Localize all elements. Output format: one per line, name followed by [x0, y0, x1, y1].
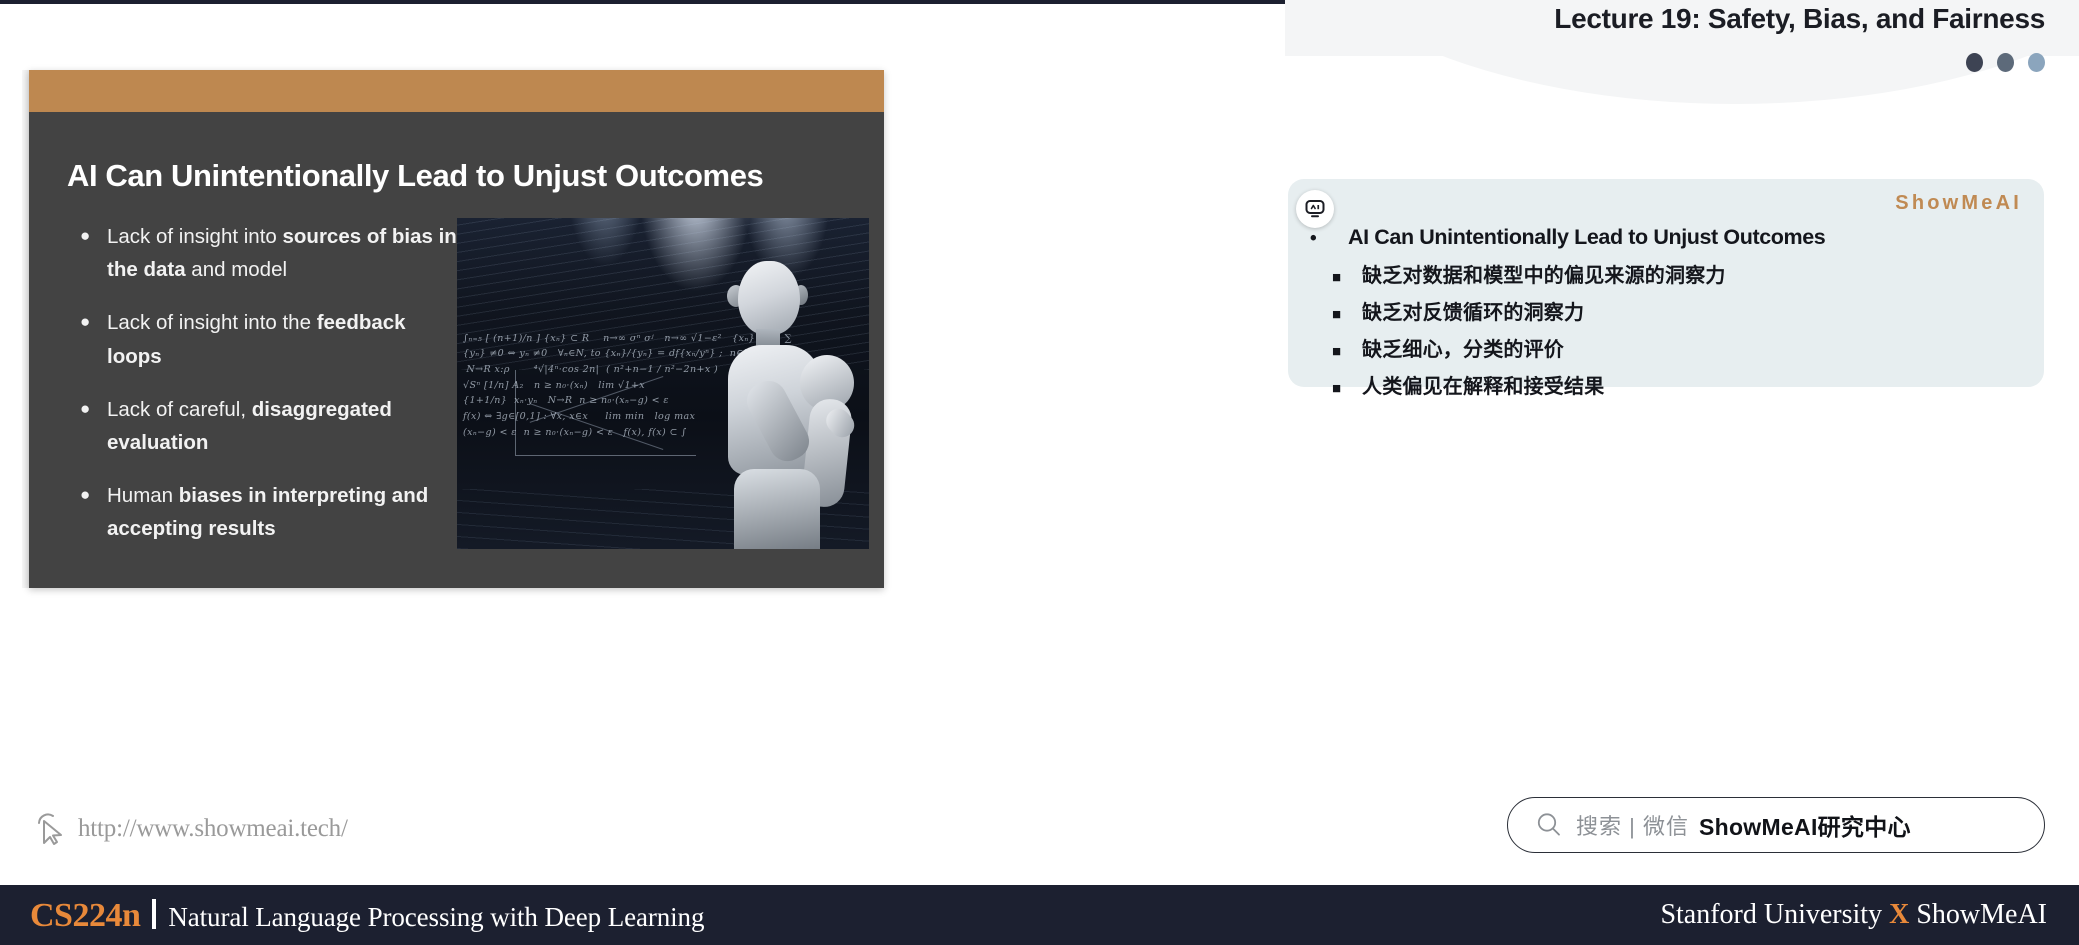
robot-head: [738, 261, 800, 335]
lecture-title: Lecture 19: Safety, Bias, and Fairness: [1554, 3, 2045, 34]
notes-list: • AI Can Unintentionally Lead to Unjust O…: [1310, 225, 2030, 407]
progress-dot-1[interactable]: [1966, 53, 1983, 72]
slide-bullet-plain: Lack of insight into the: [107, 311, 317, 335]
slide-bullet-text: Lack of insight into the feedback loops: [107, 306, 458, 372]
course-code: CS224n: [30, 896, 141, 934]
slide-bullet-item: ● Lack of insight into sources of bias in…: [73, 220, 458, 286]
note-item-marker: ■: [1332, 380, 1342, 397]
partner-branding: Stanford University X ShowMeAI: [1660, 899, 2047, 931]
course-branding: CS224n Natural Language Processing with …: [30, 896, 704, 935]
slide-bullet-text: Lack of careful, disaggregated evaluatio…: [107, 393, 458, 459]
robot-blackboard-image: ∫ₙ₌₅ [ (n+1)/n ] {xₙ} ⊂ R n→∞ σⁿ σʲ n→∞ …: [457, 218, 869, 549]
robot-hip: [734, 469, 820, 549]
slide-progress-dots: [1966, 53, 2045, 72]
progress-dot-2[interactable]: [1997, 53, 2014, 72]
course-name: Natural Language Processing with Deep Le…: [168, 901, 705, 932]
slide-bullet-text: Lack of insight into sources of bias in …: [107, 220, 458, 286]
wechat-search-pill[interactable]: 搜索 | 微信 ShowMeAI研究中心: [1507, 797, 2045, 853]
slide-accent-bar: [29, 70, 884, 112]
note-item-text: 缺乏细心，分类的评价: [1362, 339, 1564, 361]
note-item-marker: •: [1310, 228, 1317, 249]
notes-showmeai-logo: ShowMeAI: [1895, 192, 2022, 214]
slide-viewer-page: Lecture 19: Safety, Bias, and Fairness A…: [0, 0, 2079, 945]
partner-prefix: Stanford University: [1660, 899, 1890, 930]
cursor-pointer-icon: [36, 812, 66, 846]
slide-bullet-marker: ●: [80, 398, 91, 418]
note-item-text: 缺乏对数据和模型中的偏见来源的洞察力: [1362, 265, 1726, 287]
slide-bullet-list: ● Lack of insight into sources of bias in…: [73, 220, 458, 566]
slide-bullet-marker: ●: [80, 312, 91, 332]
note-item-marker: ■: [1332, 306, 1342, 323]
partner-x: X: [1889, 899, 1910, 930]
slide-bullet-item: ● Human biases in interpreting and accept…: [73, 479, 458, 545]
search-placeholder-text: 搜索 | 微信: [1576, 814, 1689, 839]
slide-url-footer[interactable]: http://www.showmeai.tech/: [36, 812, 348, 846]
note-item-level1: • AI Can Unintentionally Lead to Unjust O…: [1310, 225, 2030, 250]
robot-figure: [702, 259, 862, 549]
ai-robot-badge-icon: [1296, 190, 1334, 228]
note-item-text: AI Can Unintentionally Lead to Unjust Ou…: [1348, 225, 1826, 249]
bottom-bar: CS224n Natural Language Processing with …: [0, 885, 2079, 945]
slide-bullet-text: Human biases in interpreting and accepti…: [107, 479, 458, 545]
notes-panel: ShowMeAI • AI Can Unintentionally Lead to…: [1288, 179, 2044, 398]
note-item-text: 人类偏见在解释和接受结果: [1362, 376, 1605, 398]
note-item-marker: ■: [1332, 343, 1342, 360]
branding-separator: [152, 898, 157, 929]
slide-page-edge: [22, 70, 29, 588]
slide-bullet-marker: ●: [80, 226, 91, 245]
progress-dot-3[interactable]: [2028, 53, 2045, 72]
slide-canvas[interactable]: AI Can Unintentionally Lead to Unjust Ou…: [29, 70, 884, 588]
slide-title: AI Can Unintentionally Lead to Unjust Ou…: [67, 158, 764, 193]
slide-bullet-plain: and model: [185, 258, 288, 282]
slide-bullet-item: ● Lack of insight into the feedback loops: [73, 306, 458, 372]
note-item-level2: ■ 缺乏对反馈循环的洞察力: [1310, 296, 2030, 325]
slide-bullet-marker: ●: [80, 485, 91, 505]
slide-bullet-plain: Lack of insight into: [107, 225, 283, 248]
partner-suffix: ShowMeAI: [1909, 899, 2047, 930]
note-item-level2: ■ 人类偏见在解释和接受结果: [1310, 370, 2030, 399]
note-item-marker: ■: [1332, 269, 1342, 286]
note-item-level2: ■ 缺乏细心，分类的评价: [1310, 333, 2030, 362]
showmeai-url[interactable]: http://www.showmeai.tech/: [78, 815, 348, 843]
search-account-name: ShowMeAI研究中心: [1698, 814, 1911, 840]
slide-bullet-item: ● Lack of careful, disaggregated evaluati…: [73, 393, 458, 459]
search-icon: [1534, 810, 1564, 840]
note-item-level2: ■ 缺乏对数据和模型中的偏见来源的洞察力: [1310, 259, 2030, 288]
slide-bullet-plain: Human: [107, 484, 179, 508]
slide-bullet-plain: Lack of careful,: [107, 397, 252, 421]
note-item-text: 缺乏对反馈循环的洞察力: [1362, 302, 1585, 324]
